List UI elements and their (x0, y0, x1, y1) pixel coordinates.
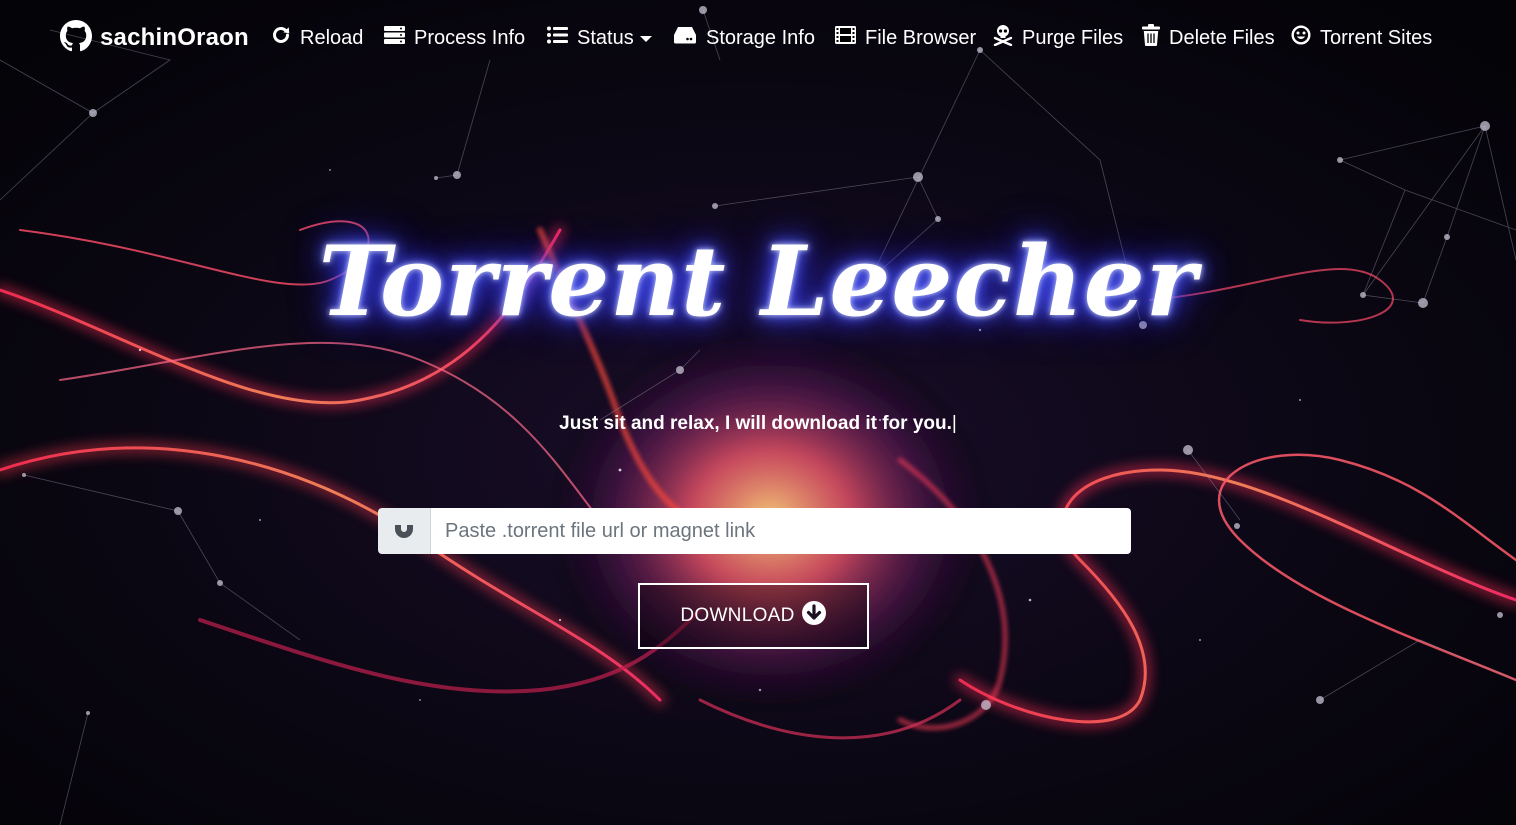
magnet-input-group (378, 508, 1131, 554)
nav-status-label: Status (577, 26, 634, 49)
trash-icon (1142, 24, 1169, 52)
page-title: Torrent Leecher (318, 225, 1198, 338)
chevron-down-icon (639, 36, 652, 42)
download-button[interactable]: DOWNLOAD (638, 583, 869, 649)
input-addon (378, 508, 431, 554)
film-icon (835, 26, 865, 50)
skull-crossbones-icon (993, 24, 1022, 52)
nav-torrent-sites[interactable]: Torrent Sites (1291, 22, 1432, 54)
nav-purge-files-label: Purge Files (1022, 26, 1124, 49)
nav-delete-files-label: Delete Files (1169, 26, 1275, 49)
magnet-link-input[interactable] (431, 508, 1131, 554)
tagline-text: Just sit and relax, I will download it f… (559, 413, 952, 434)
list-icon (547, 26, 577, 50)
brand-link[interactable]: sachinOraon (60, 19, 249, 57)
nav-storage-info-label: Storage Info (706, 26, 815, 49)
top-navbar: sachinOraon Reload Process Info Status S… (0, 0, 1516, 76)
nav-process-info[interactable]: Process Info (384, 22, 525, 54)
nav-process-info-label: Process Info (414, 26, 526, 49)
server-icon (384, 25, 414, 51)
reload-icon (271, 25, 300, 51)
nav-torrent-sites-label: Torrent Sites (1320, 26, 1433, 49)
nav-purge-files[interactable]: Purge Files (993, 22, 1123, 54)
nav-file-browser-label: File Browser (865, 26, 977, 49)
magnet-icon (393, 518, 415, 545)
hard-drive-icon (673, 26, 706, 50)
tagline: Just sit and relax, I will download it f… (0, 413, 1516, 435)
typing-cursor: | (951, 413, 957, 434)
nav-delete-files[interactable]: Delete Files (1142, 22, 1275, 54)
nav-status-dropdown[interactable]: Status (547, 22, 652, 54)
nav-reload-label: Reload (300, 26, 364, 49)
nav-storage-info[interactable]: Storage Info (673, 22, 815, 54)
nav-file-browser[interactable]: File Browser (835, 22, 976, 54)
nav-reload[interactable]: Reload (271, 22, 363, 54)
brand-name: sachinOraon (100, 24, 249, 51)
download-button-label: DOWNLOAD (680, 605, 795, 626)
github-icon (60, 19, 92, 57)
smile-icon (1291, 25, 1320, 51)
arrow-circle-down-icon (795, 600, 827, 632)
